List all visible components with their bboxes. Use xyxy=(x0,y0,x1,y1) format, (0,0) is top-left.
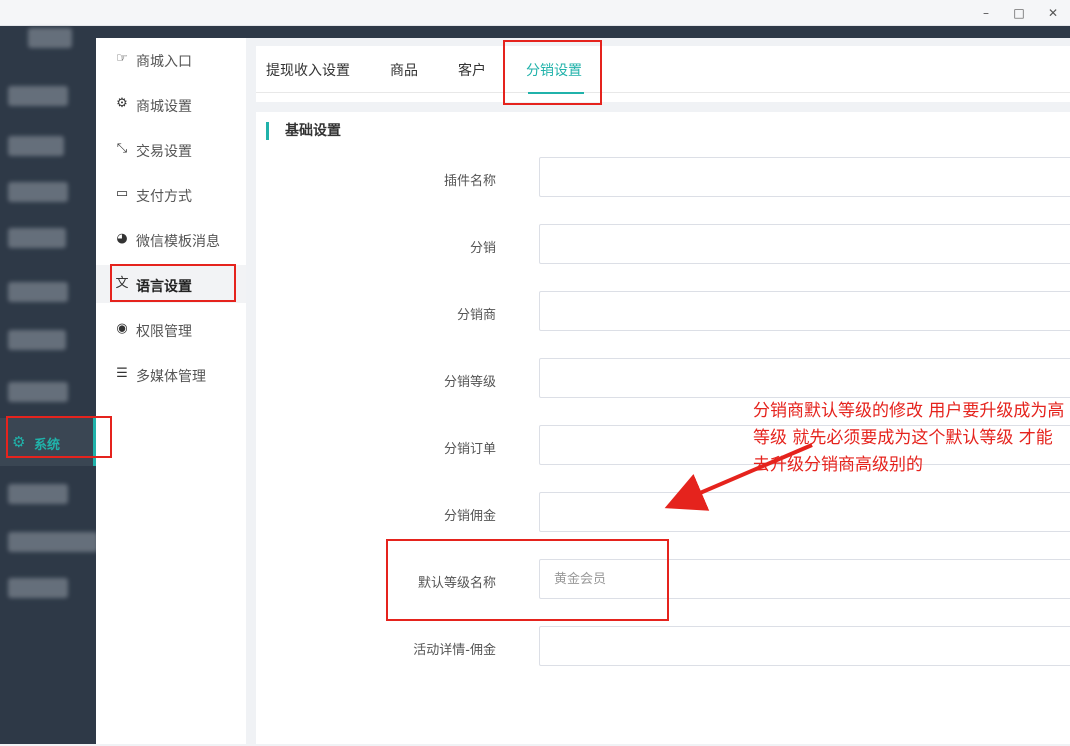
blurred-menu-item[interactable] xyxy=(8,136,64,156)
field-label-activity-commission: 活动详情-佣金 xyxy=(413,643,496,658)
submenu-item-media[interactable]: ☰ 多媒体管理 xyxy=(96,355,246,393)
submenu-item-payment-methods[interactable]: ▭ 支付方式 xyxy=(96,175,246,213)
highlight-box-default-level xyxy=(386,539,669,621)
tab-bar: 提现收入设置 商品 客户 分销设置 xyxy=(256,46,1070,102)
submenu-item-label: 多媒体管理 xyxy=(136,369,206,385)
wechat-icon: ◕ xyxy=(116,231,128,246)
blurred-menu-item[interactable] xyxy=(8,532,98,552)
maximize-button[interactable]: □ xyxy=(1004,3,1034,23)
blurred-menu-item[interactable] xyxy=(8,382,68,402)
tab-customers[interactable]: 客户 xyxy=(458,60,486,80)
field-label-distribution-orders: 分销订单 xyxy=(443,442,496,457)
activity-commission-input[interactable] xyxy=(539,626,1070,666)
submenu-item-store-entry[interactable]: ☞ 商城入口 xyxy=(96,40,246,78)
blurred-menu-item[interactable] xyxy=(8,330,66,350)
main-content: 提现收入设置 商品 客户 分销设置 基础设置 插件名称 分销 分销商 分销等级 … xyxy=(246,38,1070,744)
submenu-item-trade-settings[interactable]: ⤡ 交易设置 xyxy=(96,130,246,168)
submenu-item-store-settings[interactable]: ⚙ 商城设置 xyxy=(96,85,246,123)
blurred-menu-item[interactable] xyxy=(8,578,68,598)
window-titlebar: – □ ✕ xyxy=(0,0,1070,26)
field-label-distribution-commission: 分销佣金 xyxy=(443,509,496,524)
plugin-name-input[interactable] xyxy=(539,157,1070,197)
distribution-level-input[interactable] xyxy=(539,358,1070,398)
field-label-distribution-level: 分销等级 xyxy=(443,375,496,390)
gear-icon: ⚙ xyxy=(116,96,128,111)
highlight-box-system xyxy=(6,416,112,458)
gamepad-icon: ◉ xyxy=(116,321,128,336)
highlight-box-language xyxy=(110,264,236,302)
minimize-button[interactable]: – xyxy=(971,3,1001,23)
distribution-input[interactable] xyxy=(539,224,1070,264)
hand-pointer-icon: ☞ xyxy=(116,51,128,66)
blurred-menu-item[interactable] xyxy=(8,86,68,106)
blurred-menu-item[interactable] xyxy=(8,484,68,504)
blurred-logo xyxy=(28,28,72,48)
submenu-item-label: 支付方式 xyxy=(136,189,192,205)
submenu-panel: ☞ 商城入口 ⚙ 商城设置 ⤡ 交易设置 ▭ 支付方式 ◕ 微信模板消息 文 语… xyxy=(96,38,246,744)
blurred-menu-item[interactable] xyxy=(8,282,68,302)
field-label-distribution: 分销 xyxy=(469,241,496,256)
distribution-commission-input[interactable] xyxy=(539,492,1070,532)
submenu-item-wechat-templates[interactable]: ◕ 微信模板消息 xyxy=(96,220,246,258)
list-icon: ☰ xyxy=(116,366,128,381)
section-title: 基础设置 xyxy=(266,122,341,140)
blurred-menu-item[interactable] xyxy=(8,228,66,248)
highlight-box-tab xyxy=(503,40,602,105)
annotation-note: 分销商默认等级的修改 用户要升级成为高等级 就先必须要成为这个默认等级 才能去升… xyxy=(753,401,1065,475)
submenu-item-label: 微信模板消息 xyxy=(136,234,220,250)
tab-withdrawal-income[interactable]: 提现收入设置 xyxy=(266,60,350,80)
submenu-item-label: 商城设置 xyxy=(136,99,192,115)
top-header-strip xyxy=(0,26,1070,38)
primary-sidebar xyxy=(0,28,98,744)
distributor-input[interactable] xyxy=(539,291,1070,331)
tab-divider xyxy=(256,92,1070,93)
credit-card-icon: ▭ xyxy=(115,186,129,201)
submenu-item-label: 商城入口 xyxy=(136,54,192,70)
blurred-menu-item[interactable] xyxy=(8,182,68,202)
tab-products[interactable]: 商品 xyxy=(390,60,418,80)
submenu-item-permissions[interactable]: ◉ 权限管理 xyxy=(96,310,246,348)
close-button[interactable]: ✕ xyxy=(1038,3,1068,23)
field-label-plugin-name: 插件名称 xyxy=(443,174,496,189)
submenu-item-label: 权限管理 xyxy=(136,324,192,340)
compress-icon: ⤡ xyxy=(116,141,128,156)
field-label-distributor: 分销商 xyxy=(456,308,496,323)
submenu-item-label: 交易设置 xyxy=(136,144,192,160)
